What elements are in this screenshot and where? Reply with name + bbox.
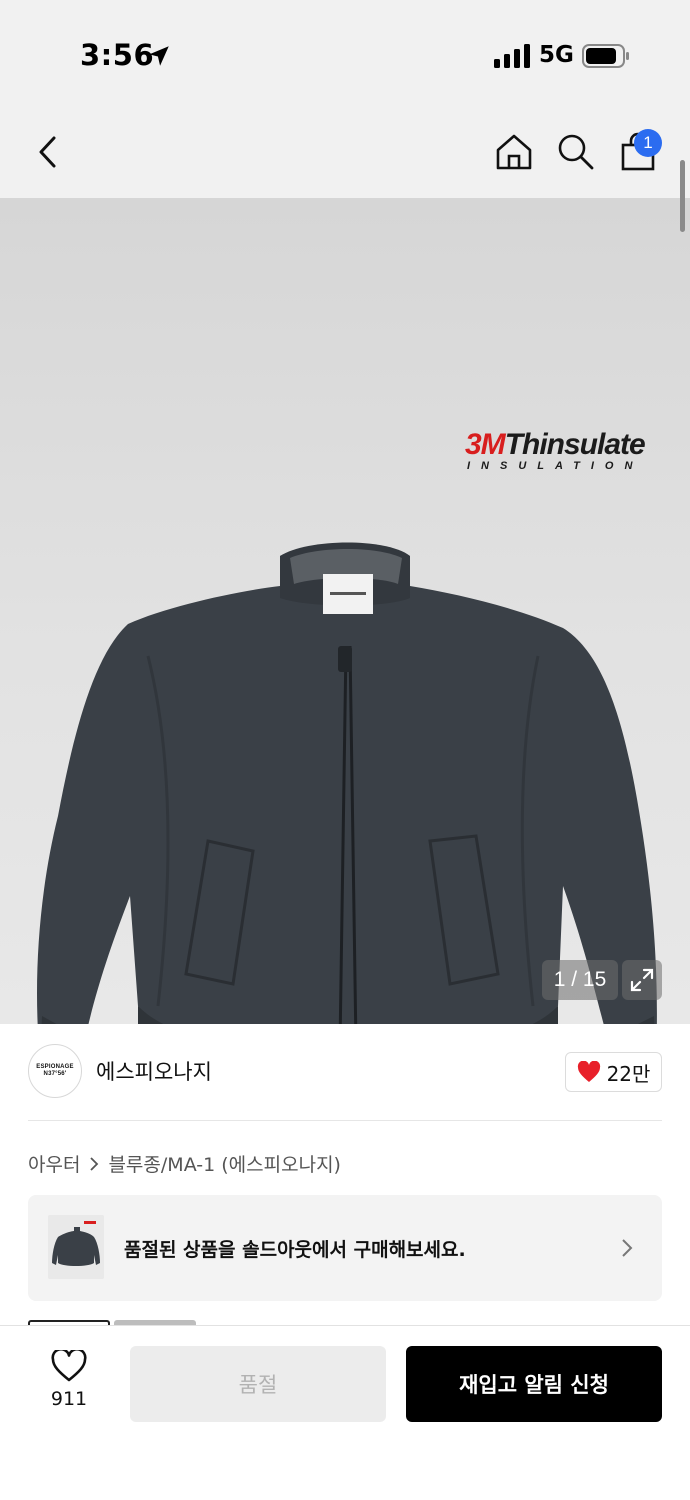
brand-name[interactable]: 에스피오나지 <box>96 1056 212 1086</box>
soldout-banner-text: 품절된 상품을 솔드아웃에서 구매해보세요. <box>124 1239 466 1261</box>
chevron-right-icon <box>622 1239 633 1257</box>
search-button[interactable] <box>552 128 600 176</box>
brand-logo-line1: ESPIONAGE <box>36 1064 74 1070</box>
breadcrumb: 아우터 블루종/MA-1 (에스피오나지) <box>28 1150 341 1177</box>
chevron-left-icon <box>39 136 56 168</box>
soldout-button[interactable]: 품절 <box>130 1346 386 1422</box>
back-button[interactable] <box>24 128 72 176</box>
expand-image-button[interactable] <box>622 960 662 1000</box>
wish-count: 911 <box>50 1388 88 1410</box>
heart-outline-icon <box>51 1350 87 1382</box>
status-bar: 3:56 5G <box>0 0 690 110</box>
divider <box>28 1120 662 1121</box>
search-icon <box>558 134 594 170</box>
image-counter: 1 / 15 <box>542 960 618 1000</box>
brand-logo-line2: N37°56' <box>43 1071 67 1077</box>
home-button[interactable] <box>490 128 538 176</box>
brand-row[interactable]: ESPIONAGE N37°56' 에스피오나지 22만 <box>28 1044 662 1100</box>
top-nav <box>0 110 690 198</box>
brand-like-count: 22만 <box>606 1061 651 1086</box>
location-arrow-icon <box>149 46 169 66</box>
product-image-carousel[interactable]: 3MThinsulate INSULATION <box>0 198 690 1024</box>
soldout-banner[interactable]: 품절된 상품을 솔드아웃에서 구매해보세요. <box>28 1195 662 1301</box>
expand-arrows-icon <box>630 968 654 992</box>
logo-3m-text: 3M <box>465 428 506 461</box>
status-time: 3:56 <box>80 38 155 72</box>
logo-thinsulate-text: Thinsulate <box>504 428 646 461</box>
battery-icon <box>582 44 629 68</box>
breadcrumb-category[interactable]: 아우터 <box>28 1150 80 1177</box>
heart-filled-icon <box>577 1061 600 1082</box>
thinsulate-logo: 3MThinsulate INSULATION <box>465 428 646 472</box>
scrollbar[interactable] <box>680 160 685 232</box>
product-thumbnail <box>48 1215 104 1279</box>
wish-button[interactable]: 911 <box>40 1350 98 1420</box>
brand-like-button[interactable]: 22만 <box>565 1052 662 1092</box>
cart-badge: 1 <box>634 129 662 157</box>
breadcrumb-subcategory[interactable]: 블루종/MA-1 (에스피오나지) <box>108 1150 341 1177</box>
bottom-action-bar: 911 품절 재입고 알림 신청 <box>0 1325 690 1500</box>
brand-logo[interactable]: ESPIONAGE N37°56' <box>28 1044 82 1098</box>
product-photo <box>37 542 657 1024</box>
signal-bars-icon <box>494 44 530 68</box>
chevron-right-icon <box>90 1156 99 1171</box>
network-label: 5G <box>539 42 574 68</box>
restock-alert-button[interactable]: 재입고 알림 신청 <box>406 1346 662 1422</box>
home-icon <box>496 134 532 170</box>
logo-insulation-text: INSULATION <box>467 460 644 472</box>
